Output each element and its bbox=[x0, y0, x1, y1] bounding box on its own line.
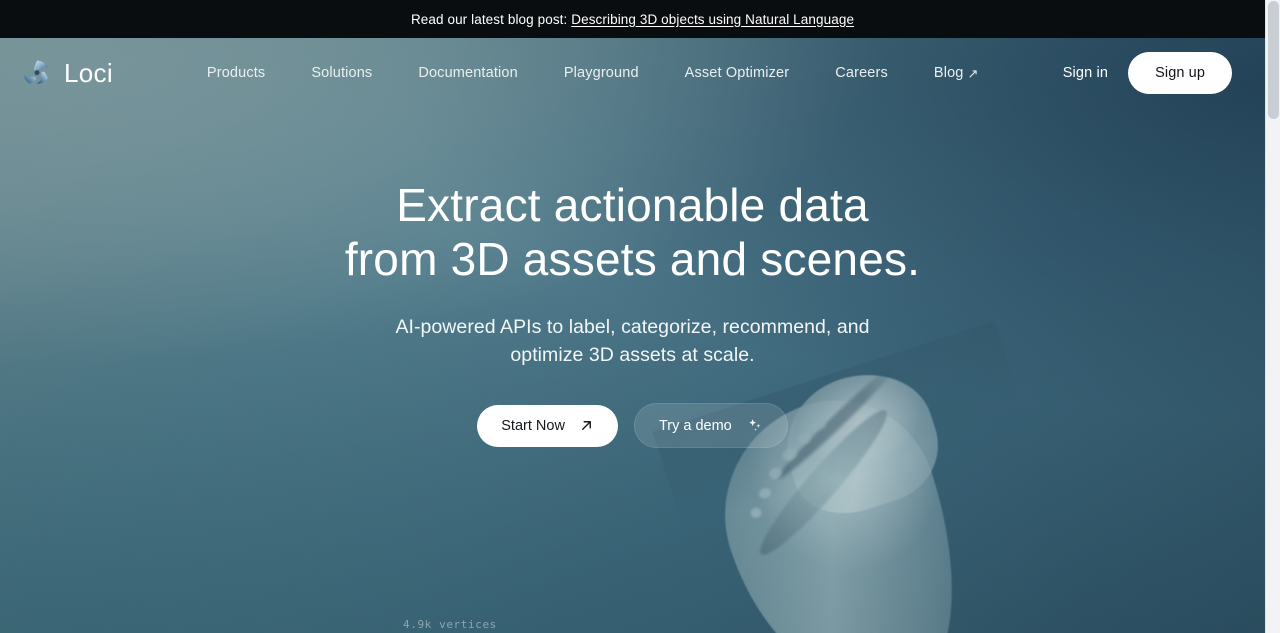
nav-link-blog-label: Blog bbox=[933, 65, 964, 81]
loci-pinwheel-logo-icon bbox=[20, 56, 54, 90]
whale-head bbox=[769, 356, 953, 529]
model-vertex-count: 4.9k vertices bbox=[403, 618, 497, 631]
arrow-up-right-icon bbox=[579, 418, 594, 433]
nav-link-solutions[interactable]: Solutions bbox=[311, 65, 372, 81]
try-a-demo-label: Try a demo bbox=[658, 417, 732, 434]
brand-name: Loci bbox=[64, 58, 113, 88]
whale-tubercle bbox=[796, 431, 813, 447]
announcement-banner: Read our latest blog post: Describing 3D… bbox=[0, 0, 1265, 38]
top-navigation-bar: Loci Products Solutions Documentation Pl… bbox=[0, 38, 1265, 108]
sign-up-button[interactable]: Sign up bbox=[1128, 52, 1232, 94]
page-viewport: Read our latest blog post: Describing 3D… bbox=[0, 0, 1265, 633]
hero-cta-row: Start Now Try a demo bbox=[477, 403, 788, 449]
hero-background bbox=[0, 38, 1265, 633]
nav-link-blog[interactable]: Blog ↗ bbox=[934, 65, 979, 81]
whale-tubercle bbox=[749, 506, 763, 520]
primary-nav-links: Products Solutions Documentation Playgro… bbox=[207, 65, 979, 81]
nav-link-documentation[interactable]: Documentation bbox=[418, 65, 517, 81]
try-a-demo-button[interactable]: Try a demo bbox=[633, 403, 788, 449]
nav-link-playground[interactable]: Playground bbox=[564, 65, 639, 81]
nav-link-asset-optimizer[interactable]: Asset Optimizer bbox=[685, 65, 790, 81]
scrollbar-thumb[interactable] bbox=[1268, 1, 1279, 119]
sparkles-icon bbox=[746, 417, 763, 434]
whale-ridge bbox=[773, 357, 903, 484]
page-scrollbar[interactable] bbox=[1265, 0, 1280, 633]
nav-link-careers[interactable]: Careers bbox=[835, 65, 888, 81]
whale-tubercle bbox=[767, 466, 784, 481]
whale-depth-fade bbox=[652, 320, 1088, 633]
whale-model-geometry bbox=[652, 320, 1088, 633]
nav-auth-actions: Sign in Sign up bbox=[1063, 52, 1232, 94]
sign-in-link[interactable]: Sign in bbox=[1063, 65, 1108, 81]
nav-link-products[interactable]: Products bbox=[207, 65, 265, 81]
whale-tubercle bbox=[757, 486, 773, 500]
banner-text: Read our latest blog post: bbox=[410, 11, 572, 27]
banner-blog-link[interactable]: Describing 3D objects using Natural Lang… bbox=[571, 12, 854, 27]
page-root: Read our latest blog post: Describing 3D… bbox=[0, 0, 1280, 633]
whale-tubercle bbox=[813, 418, 828, 432]
start-now-label: Start Now bbox=[501, 417, 565, 434]
external-link-arrow-icon: ↗ bbox=[967, 65, 979, 81]
brand-logo-link[interactable]: Loci bbox=[20, 56, 113, 90]
start-now-button[interactable]: Start Now bbox=[477, 404, 618, 447]
whale-tubercle bbox=[780, 446, 799, 463]
